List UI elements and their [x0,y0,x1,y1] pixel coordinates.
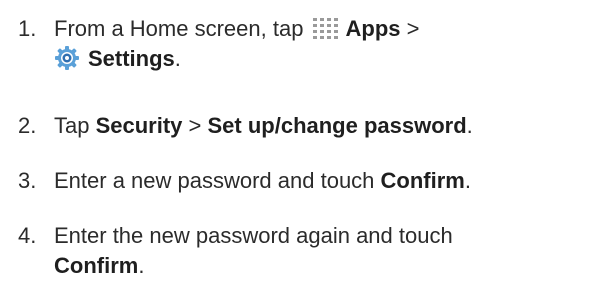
menu-separator: > [182,113,208,138]
apps-label: Apps [345,16,401,41]
apps-grid-icon [312,17,342,39]
step-number: 2. [18,113,37,138]
step-number: 3. [18,168,37,193]
step-4-line-2: Confirm. [18,251,607,281]
confirm-label: Confirm [380,168,465,193]
step-1: 1. From a Home screen, tap Apps > Settin… [18,14,607,74]
step-text: Enter a new password and touch [54,168,381,193]
step-text-end: . [464,168,471,193]
step-4: 4. Enter the new password again and touch… [18,221,607,281]
step-4-line-1: 4. Enter the new password again and touch [18,221,607,251]
settings-label: Settings [88,46,175,71]
step-number: 4. [18,223,37,248]
security-label: Security [95,113,183,138]
step-text-end: . [138,253,145,278]
step-2: 2. Tap Security > Set up/change password. [18,111,607,141]
step-text: From a Home screen, tap [54,16,310,41]
confirm-label: Confirm [54,253,139,278]
step-number: 1. [18,16,37,41]
step-text: Tap [54,113,96,138]
settings-gear-icon [54,45,80,71]
step-1-line-2: Settings. [18,44,607,74]
step-1-line-1: 1. From a Home screen, tap Apps > [18,14,607,44]
step-text-end: . [174,46,181,71]
instruction-steps: 1. From a Home screen, tap Apps > Settin… [0,0,607,282]
step-text: Enter the new password again and touch [54,223,453,248]
menu-separator: > [400,16,420,41]
set-up-change-password-label: Set up/change password [207,113,467,138]
step-text-end: . [466,113,473,138]
step-3: 3. Enter a new password and touch Confirm… [18,166,607,196]
